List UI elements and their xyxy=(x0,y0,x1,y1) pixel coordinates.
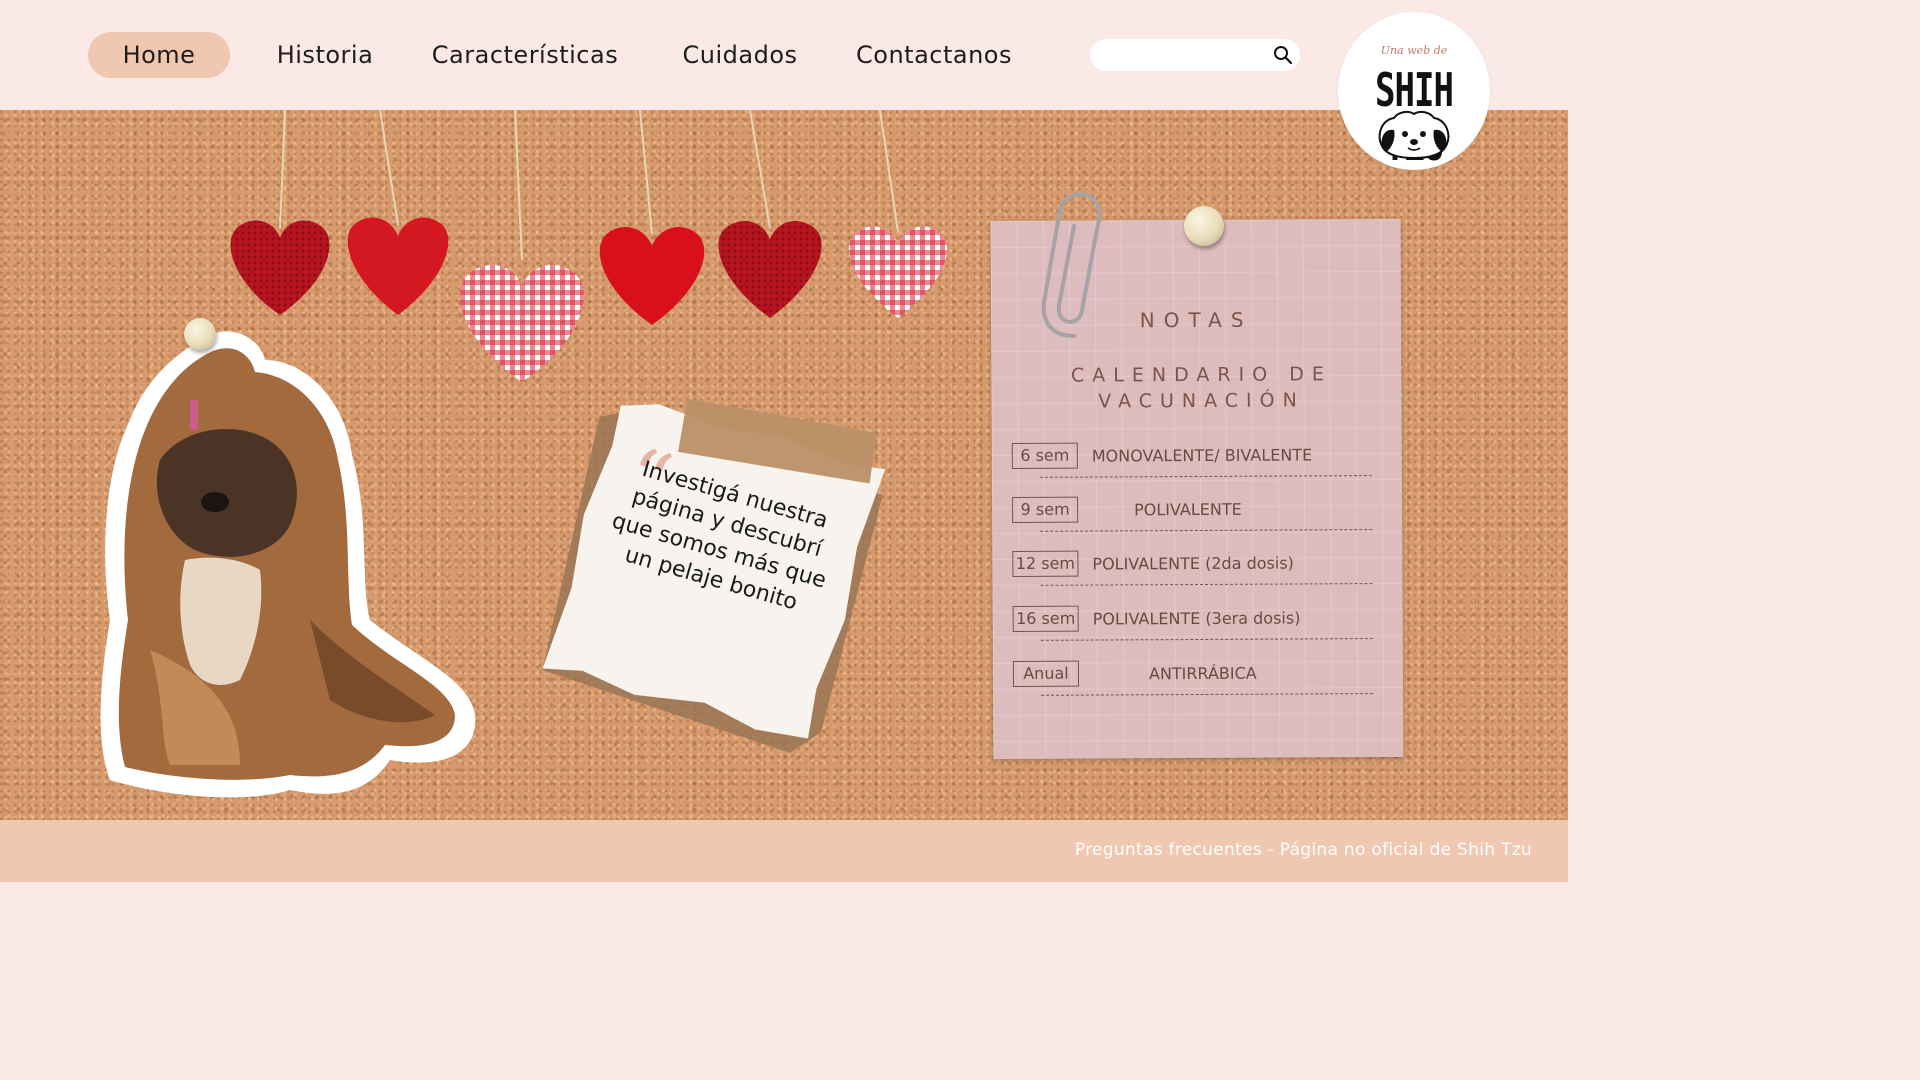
vaccine-name: POLIVALENTE (3era dosis) xyxy=(1092,608,1301,629)
cork-board: “ Investigá nuestra página y descubrí qu… xyxy=(0,110,1568,820)
heart-6 xyxy=(848,226,948,318)
top-navigation: Home Historia Características Cuidados C… xyxy=(0,0,1568,110)
vaccine-row: 6 sem MONOVALENTE/ BIVALENTE xyxy=(992,441,1402,487)
nav-caracteristicas[interactable]: Características xyxy=(414,32,636,78)
dog-face-icon xyxy=(1378,110,1450,160)
heart-4 xyxy=(599,227,705,325)
vaccine-row: Anual ANTIRRÁBICA xyxy=(993,659,1403,705)
nav-home[interactable]: Home xyxy=(88,32,230,78)
dog-photo xyxy=(100,331,476,798)
search-icon[interactable] xyxy=(1272,44,1294,66)
shih-tzu-logo[interactable]: Una web de SHIH TZU xyxy=(1338,12,1490,172)
search-box[interactable] xyxy=(1090,39,1300,71)
vaccine-name: POLIVALENTE xyxy=(1134,499,1242,520)
heart-5 xyxy=(718,221,822,318)
vaccine-row: 9 sem POLIVALENTE xyxy=(992,495,1402,541)
vaccine-row: 12 sem POLIVALENTE (2da dosis) xyxy=(992,549,1402,595)
heart-1 xyxy=(230,220,330,315)
divider xyxy=(1039,475,1372,478)
vaccine-age: 6 sem xyxy=(1011,442,1078,469)
heart-2 xyxy=(347,217,449,315)
divider xyxy=(1040,529,1373,532)
vaccine-age: 12 sem xyxy=(1012,550,1079,577)
vaccine-name: ANTIRRÁBICA xyxy=(1148,663,1257,684)
quote-note: “ Investigá nuestra página y descubrí qu… xyxy=(516,362,915,767)
logo-script: Una web de xyxy=(1380,44,1448,57)
nav-contactanos[interactable]: Contactanos xyxy=(840,32,1028,78)
vaccine-row: 16 sem POLIVALENTE (3era dosis) xyxy=(993,604,1403,650)
footer-link[interactable]: Preguntas frecuentes - Página no oficial… xyxy=(1075,840,1532,860)
nav-cuidados[interactable]: Cuidados xyxy=(668,32,812,78)
vaccine-name: MONOVALENTE/ BIVALENTE xyxy=(1091,445,1313,466)
nav-historia[interactable]: Historia xyxy=(262,32,388,78)
search-input[interactable] xyxy=(1104,43,1264,67)
pin-notes xyxy=(1184,206,1224,246)
divider xyxy=(1040,638,1373,641)
vaccine-age: Anual xyxy=(1012,660,1080,687)
vaccine-age: 9 sem xyxy=(1012,496,1079,523)
divider xyxy=(1041,693,1374,696)
paperclip-icon xyxy=(1041,192,1102,338)
vaccine-name: POLIVALENTE (2da dosis) xyxy=(1092,553,1294,574)
vaccine-age: 16 sem xyxy=(1012,605,1079,632)
pin-dog xyxy=(184,318,216,350)
vaccination-calendar-title: CALENDARIO DE VACUNACIÓN xyxy=(1070,363,1332,413)
divider xyxy=(1040,583,1373,586)
footer: Preguntas frecuentes - Página no oficial… xyxy=(0,820,1568,882)
